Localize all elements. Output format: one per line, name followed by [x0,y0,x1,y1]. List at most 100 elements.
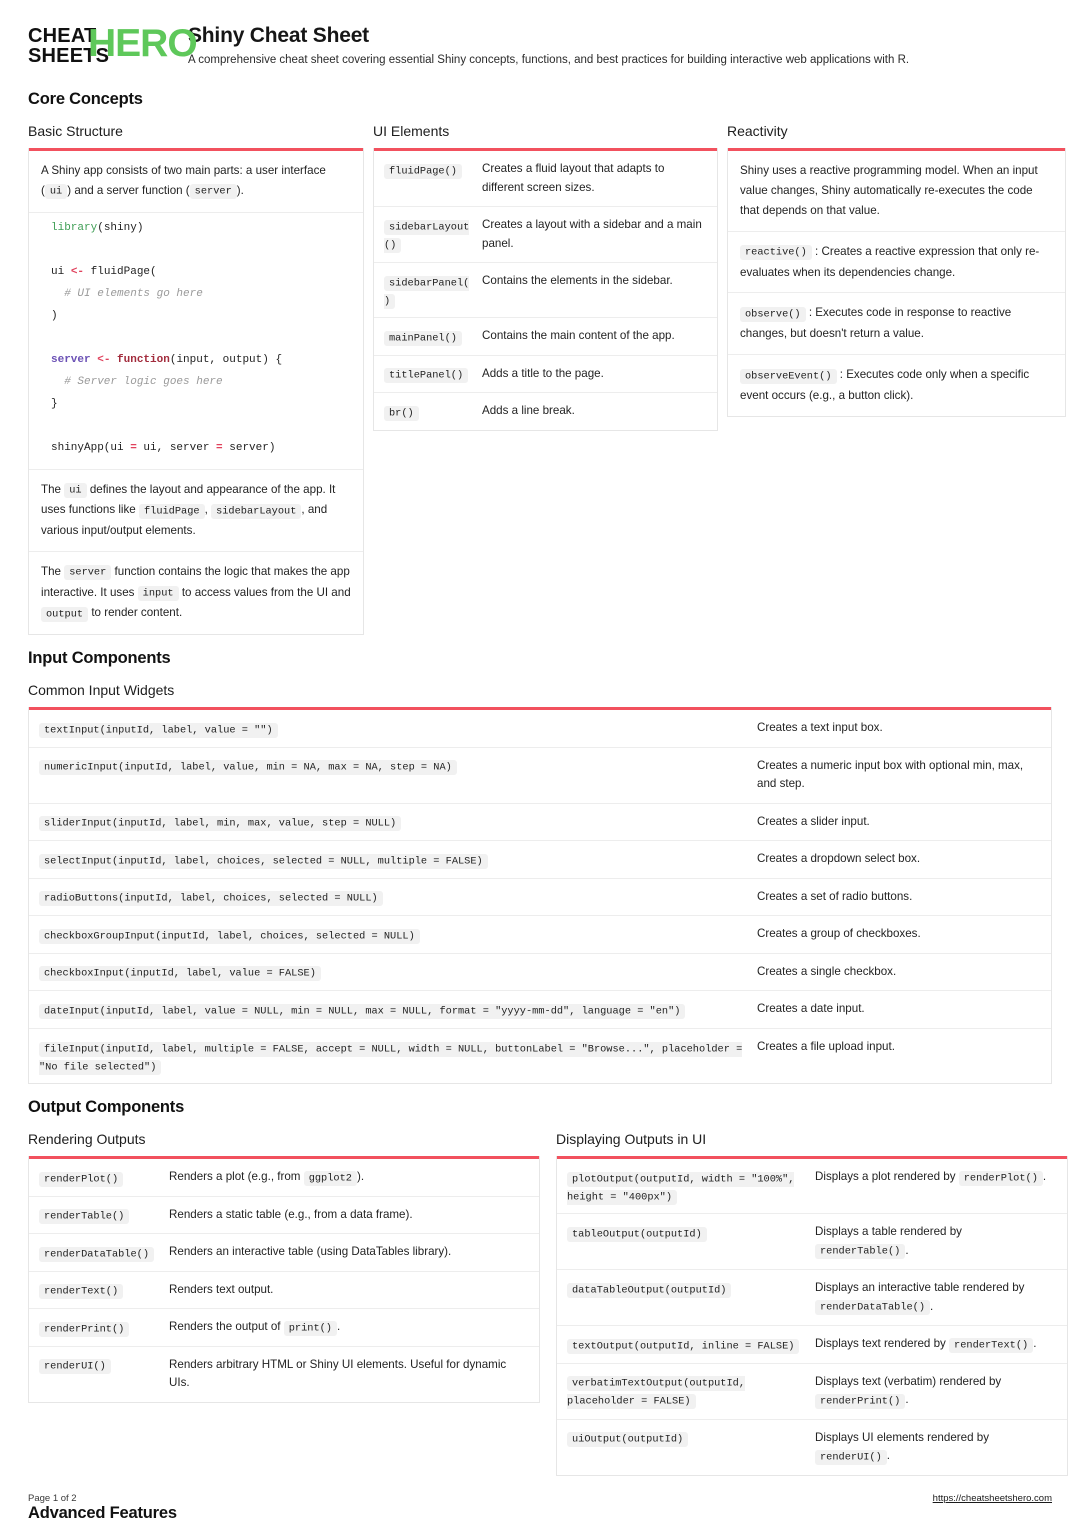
row-description-cell: Creates a slider input. [757,814,870,828]
table-row: renderPlot() Renders a plot (e.g., from g… [29,1159,539,1197]
section-heading-core-concepts: Core Concepts [28,90,143,108]
code-chip: tableOutput(outputId) [567,1226,707,1242]
code-close-brace: } [51,397,58,410]
table-row: tableOutput(outputId) Displays a table re… [557,1214,1067,1271]
note2-d: to render content. [91,606,183,620]
row-description-cell: Displays text (verbatim) rendered by ren… [815,1374,1002,1409]
chip-output: output [41,606,89,622]
row-code-cell: sidebarLayout() [374,207,478,262]
code-chip: fluidPage() [384,163,462,179]
table-row: sidebarPanel() Contains the elements in t… [374,263,717,319]
card-displaying-outputs: Displaying Outputs in UI plotOutput(outp… [556,1131,1068,1476]
code-ui-a: ui [51,265,71,278]
note1-a: The [41,482,61,496]
code-chip-inline: renderUI() [815,1449,887,1465]
code-chip: numericInput(inputId, label, value, min … [39,760,457,776]
chip-sidebarlayout: sidebarLayout [211,503,302,519]
chip-fluidpage: fluidPage [138,503,205,519]
ui-elements-table: fluidPage() Creates a fluid layout that a… [374,151,717,430]
row-code-cell: tableOutput(outputId) [557,1214,811,1269]
code-chip-inline: print() [283,1320,337,1336]
code-chip: plotOutput(outputId, width = "100%", hei… [567,1171,795,1205]
reactivity-list: reactive() : Creates a reactive expressi… [728,232,1065,416]
code-function-args: (input, output) { [169,353,283,366]
intro-text-c: ). [236,183,244,197]
code-chip: fileInput(inputId, label, multiple = FAL… [39,1041,743,1075]
table-row: checkboxGroupInput(inputId, label, choic… [29,916,1051,954]
row-description-cell: Creates a numeric input box with optiona… [757,758,1024,791]
row-code-cell: selectInput(inputId, label, choices, sel… [29,841,753,878]
table-row: renderTable() Renders a static table (e.g… [29,1197,539,1235]
code-chip: radioButtons(inputId, label, choices, se… [39,891,383,907]
code-chip: mainPanel() [384,330,462,346]
row-description-cell: Renders text output. [169,1282,274,1296]
row-description-cell: Creates a layout with a sidebar and a ma… [482,218,702,250]
row-description-cell: Displays text rendered by renderText(). [815,1337,1037,1353]
row-description-cell: Creates a fluid layout that adapts to di… [482,162,665,194]
row-code-cell: sliderInput(inputId, label, min, max, va… [29,804,753,841]
list-item: observeEvent() : Executes code only when… [728,355,1065,416]
site-url-link[interactable]: https://cheatsheetshero.com [933,1493,1052,1504]
reactivity-intro: Shiny uses a reactive programming model.… [728,151,1065,232]
chip-server: server [189,184,237,200]
card-title-displaying-outputs: Displaying Outputs in UI [556,1131,707,1148]
code-chip-inline: ggplot2 [303,1170,357,1186]
card-title-ui-elements: UI Elements [373,123,450,139]
code-chip-inline: renderTable() [815,1244,906,1260]
row-description-cell: Creates a date input. [757,1002,865,1016]
row-code-cell: numericInput(inputId, label, value, min … [29,748,753,803]
code-chip: dateInput(inputId, label, value = NULL, … [39,1003,686,1019]
code-close-paren: ) [51,309,58,322]
displaying-outputs-table: plotOutput(outputId, width = "100%", hei… [557,1159,1067,1475]
row-code-cell: uiOutput(outputId) [557,1420,811,1475]
row-description-cell: Displays a table rendered by renderTable… [815,1225,962,1260]
table-row: textInput(inputId, label, value = "") Cre… [29,710,1051,748]
table-row: fluidPage() Creates a fluid layout that a… [374,151,717,208]
code-chip: sidebarLayout() [384,219,470,253]
code-chip-inline: renderPrint() [815,1393,906,1409]
row-description-cell: Creates a single checkbox. [757,964,897,978]
card-title-common-input-widgets: Common Input Widgets [28,682,175,699]
card-rendering-outputs: Rendering Outputs renderPlot() Renders a … [28,1131,540,1403]
table-row: fileInput(inputId, label, multiple = FAL… [29,1029,1051,1083]
row-code-cell: renderPrint() [29,1309,165,1346]
row-description-cell: Renders a static table (e.g., from a dat… [169,1207,413,1221]
table-row: verbatimTextOutput(outputId, placeholder… [557,1364,1067,1420]
row-code-cell: verbatimTextOutput(outputId, placeholder… [557,1364,811,1419]
code-chip: textInput(inputId, label, value = "") [39,722,278,738]
code-comment-ui: # UI elements go here [64,287,203,300]
code-chip-inline: renderDataTable() [815,1300,931,1316]
row-description-cell: Renders arbitrary HTML or Shiny UI eleme… [169,1357,507,1390]
basic-structure-intro: A Shiny app consists of two main parts: … [29,151,363,213]
code-library-args: (shiny) [97,221,144,234]
code-chip: br() [384,405,419,421]
card-title-reactivity: Reactivity [727,123,788,139]
code-chip: checkboxInput(inputId, label, value = FA… [39,966,321,982]
code-comment-server: # Server logic goes here [64,375,223,388]
basic-structure-code-block: library(shiny) ui <- fluidPage( # UI ele… [29,213,363,470]
row-description-cell: Creates a text input box. [757,721,883,735]
row-code-cell: radioButtons(inputId, label, choices, se… [29,879,753,916]
code-chip: sidebarPanel() [384,275,470,309]
table-row: titlePanel() Adds a title to the page. [374,356,717,394]
row-description-cell: Displays an interactive table rendered b… [815,1281,1025,1316]
card-body-rendering-outputs: renderPlot() Renders a plot (e.g., from g… [28,1156,540,1403]
row-code-cell: fluidPage() [374,151,478,206]
row-code-cell: dateInput(inputId, label, value = NULL, … [29,991,753,1028]
code-server-var: server [51,353,91,366]
code-shinyapp-b: ui, server [136,441,217,454]
row-code-cell: renderTable() [29,1197,165,1234]
row-code-cell: renderDataTable() [29,1234,165,1271]
row-description-cell: Contains the elements in the sidebar. [482,274,673,288]
chip-ui-2: ui [64,483,87,499]
page-footer: Page 1 of 2 https://cheatsheetshero.com [0,1493,1080,1526]
row-code-cell: sidebarPanel() [374,263,478,317]
code-chip: renderText() [39,1284,124,1300]
row-description-cell: Displays a plot rendered by renderPlot()… [815,1170,1047,1186]
code-chip: checkboxGroupInput(inputId, label, choic… [39,928,420,944]
code-eq-1: = [130,441,137,454]
card-title-basic-structure: Basic Structure [28,123,123,139]
header-text-block: Shiny Cheat Sheet A comprehensive cheat … [188,22,909,68]
code-assign-op-1: <- [70,265,85,278]
code-chip: renderDataTable() [39,1246,155,1262]
